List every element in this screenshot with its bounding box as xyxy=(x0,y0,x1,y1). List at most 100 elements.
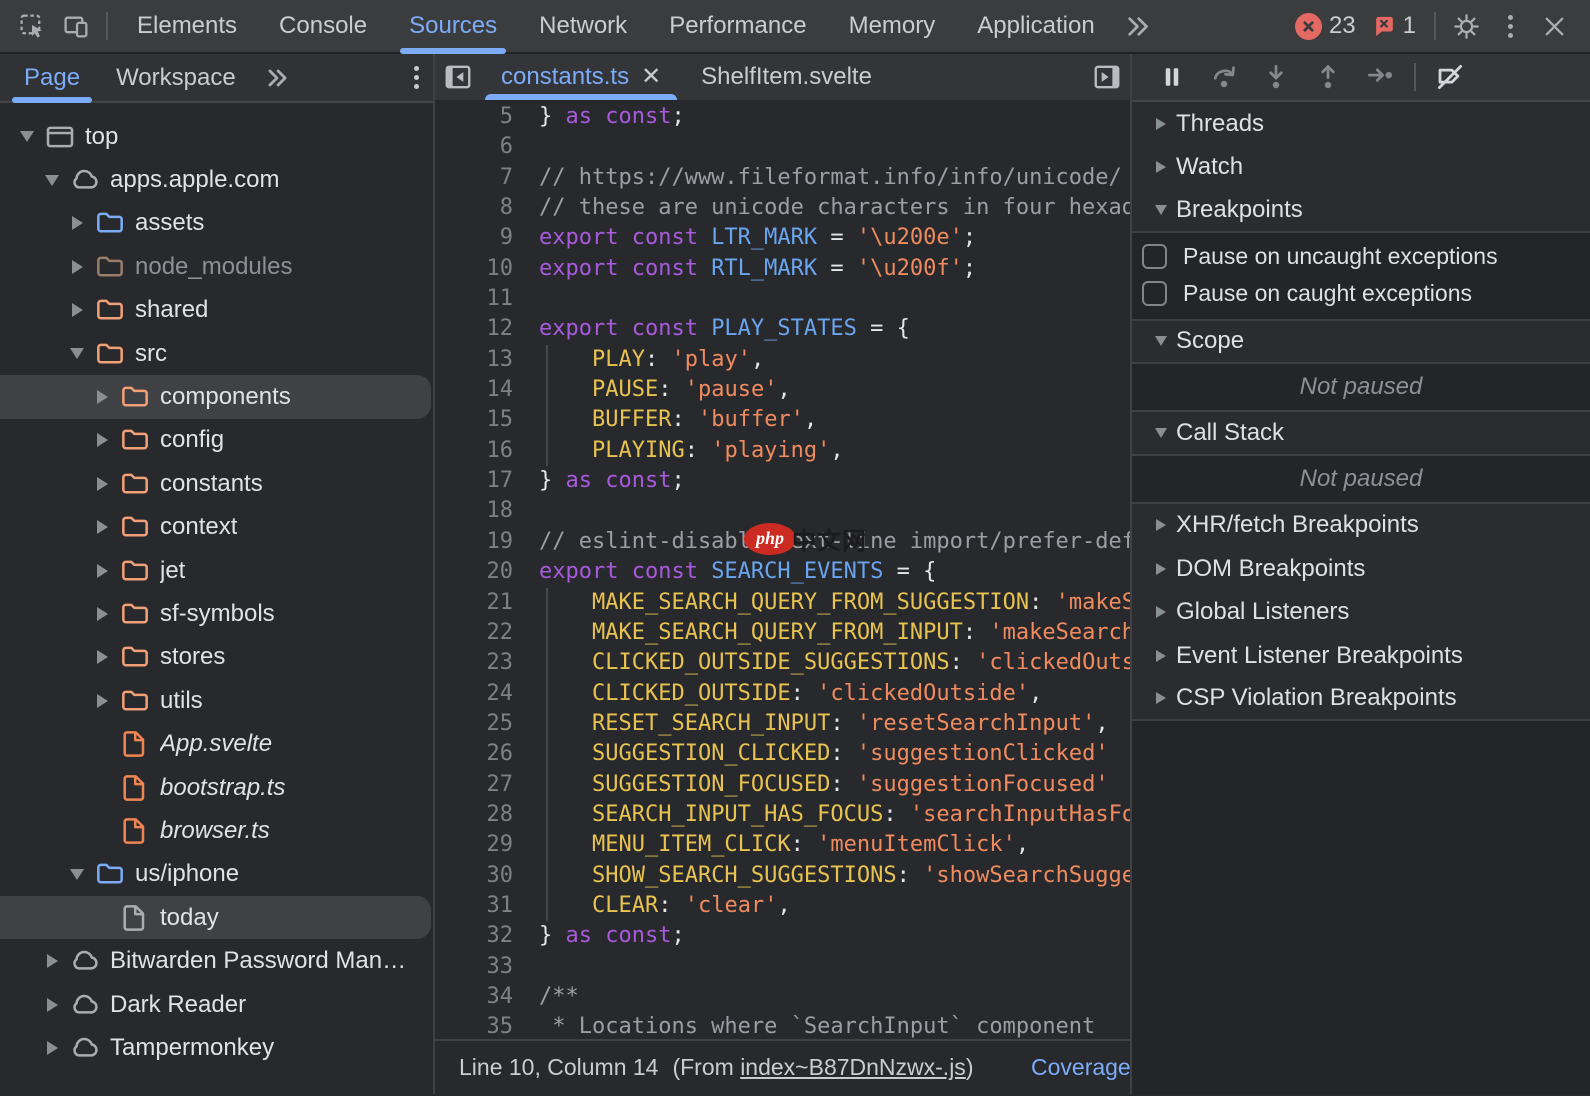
panel-tab-sources[interactable]: Sources xyxy=(388,0,518,52)
panel-tab-application[interactable]: Application xyxy=(956,0,1115,52)
collapsed-arrow-icon[interactable] xyxy=(39,1041,65,1055)
line-number[interactable]: 9 xyxy=(435,223,539,253)
editor-tab-shelfitem-svelte[interactable]: ShelfItem.svelte xyxy=(681,54,892,100)
debugger-section-event-listener-breakpoints[interactable]: Event Listener Breakpoints xyxy=(1132,634,1590,678)
tree-item-tampermonkey[interactable]: Tampermonkey xyxy=(0,1026,433,1069)
tree-item-top[interactable]: top xyxy=(0,115,433,158)
line-number[interactable]: 6 xyxy=(435,132,539,162)
tree-item-utils[interactable]: utils xyxy=(0,679,433,722)
more-navigator-tabs-chevron-icon[interactable] xyxy=(264,65,290,91)
expanded-arrow-icon[interactable] xyxy=(39,175,65,186)
expanded-arrow-icon[interactable] xyxy=(14,131,40,142)
debugger-section-threads[interactable]: Threads xyxy=(1132,102,1590,146)
line-number[interactable]: 24 xyxy=(435,679,539,709)
tree-item-node-modules[interactable]: node_modules xyxy=(0,245,433,288)
line-number[interactable]: 18 xyxy=(435,496,539,526)
tree-item-browser-ts[interactable]: browser.ts xyxy=(0,809,433,852)
tree-item-dark-reader[interactable]: Dark Reader xyxy=(0,983,433,1026)
panel-tab-performance[interactable]: Performance xyxy=(648,0,827,52)
expanded-arrow-icon[interactable] xyxy=(64,348,90,359)
line-number[interactable]: 10 xyxy=(435,254,539,284)
line-number[interactable]: 28 xyxy=(435,800,539,830)
line-number[interactable]: 15 xyxy=(435,405,539,435)
navigator-kebab-icon[interactable] xyxy=(414,66,419,89)
customize-kebab-icon[interactable] xyxy=(1488,4,1532,48)
checkbox-unchecked-icon[interactable] xyxy=(1142,244,1167,269)
panel-tab-memory[interactable]: Memory xyxy=(828,0,957,52)
debugger-section-dom-breakpoints[interactable]: DOM Breakpoints xyxy=(1132,547,1590,591)
inspect-element-icon[interactable] xyxy=(10,4,54,48)
checkbox-unchecked-icon[interactable] xyxy=(1142,281,1167,306)
source-map-link[interactable]: index~B87DnNzwx-.js xyxy=(740,1054,966,1080)
tree-item-stores[interactable]: stores xyxy=(0,636,433,679)
debugger-section-xhr-fetch-breakpoints[interactable]: XHR/fetch Breakpoints xyxy=(1132,504,1590,548)
collapsed-arrow-icon[interactable] xyxy=(64,216,90,230)
expanded-arrow-icon[interactable] xyxy=(64,869,90,880)
line-number[interactable]: 33 xyxy=(435,952,539,982)
collapsed-arrow-icon[interactable] xyxy=(39,998,65,1012)
collapsed-arrow-icon[interactable] xyxy=(89,564,115,578)
collapsed-arrow-icon[interactable] xyxy=(89,607,115,621)
debugger-section-csp-violation-breakpoints[interactable]: CSP Violation Breakpoints xyxy=(1132,678,1590,722)
collapsed-arrow-icon[interactable] xyxy=(39,954,65,968)
line-number[interactable]: 12 xyxy=(435,314,539,344)
step-icon[interactable] xyxy=(1354,55,1406,99)
line-number[interactable]: 35 xyxy=(435,1012,539,1039)
line-number[interactable]: 29 xyxy=(435,830,539,860)
line-number[interactable]: 26 xyxy=(435,739,539,769)
tree-item-today[interactable]: today xyxy=(0,896,431,939)
close-tab-icon[interactable]: ✕ xyxy=(641,65,661,89)
line-number[interactable]: 14 xyxy=(435,375,539,405)
collapsed-arrow-icon[interactable] xyxy=(89,694,115,708)
line-number[interactable]: 11 xyxy=(435,284,539,314)
tree-item-us-iphone[interactable]: us/iphone xyxy=(0,853,433,896)
more-panels-chevron-icon[interactable] xyxy=(1116,4,1160,48)
tree-item-src[interactable]: src xyxy=(0,332,433,375)
collapsed-arrow-icon[interactable] xyxy=(64,303,90,317)
line-number[interactable]: 22 xyxy=(435,618,539,648)
collapsed-arrow-icon[interactable] xyxy=(89,477,115,491)
coverage-link[interactable]: Coverage xyxy=(1031,1054,1130,1081)
line-number[interactable]: 19 xyxy=(435,527,539,557)
collapsed-arrow-icon[interactable] xyxy=(89,433,115,447)
checkbox-row-pause-on-caught-exceptions[interactable]: Pause on caught exceptions xyxy=(1142,275,1590,312)
line-number[interactable]: 23 xyxy=(435,648,539,678)
tree-item-jet[interactable]: jet xyxy=(0,549,433,592)
device-toolbar-icon[interactable] xyxy=(54,4,98,48)
line-number[interactable]: 21 xyxy=(435,588,539,618)
collapsed-arrow-icon[interactable] xyxy=(64,260,90,274)
console-errors-badge[interactable]: 23 xyxy=(1295,12,1356,40)
tree-item-shared[interactable]: shared xyxy=(0,289,433,332)
tree-item-assets[interactable]: assets xyxy=(0,202,433,245)
close-devtools-icon[interactable] xyxy=(1532,4,1576,48)
line-number[interactable]: 34 xyxy=(435,982,539,1012)
collapsed-arrow-icon[interactable] xyxy=(89,390,115,404)
tree-item-constants[interactable]: constants xyxy=(0,462,433,505)
tree-item-sf-symbols[interactable]: sf-symbols xyxy=(0,592,433,635)
step-into-icon[interactable] xyxy=(1250,55,1302,99)
step-out-icon[interactable] xyxy=(1302,55,1354,99)
show-debugger-sidebar-icon[interactable] xyxy=(1084,54,1130,100)
navigator-tab-workspace[interactable]: Workspace xyxy=(98,54,254,101)
line-number[interactable]: 13 xyxy=(435,345,539,375)
navigator-tab-page[interactable]: Page xyxy=(6,54,98,101)
debugger-section-breakpoints[interactable]: Breakpoints xyxy=(1132,189,1590,233)
line-number[interactable]: 25 xyxy=(435,709,539,739)
pause-icon[interactable] xyxy=(1146,55,1198,99)
settings-gear-icon[interactable] xyxy=(1444,4,1488,48)
debugger-section-scope[interactable]: Scope xyxy=(1132,321,1590,365)
step-over-icon[interactable] xyxy=(1198,55,1250,99)
tree-item-context[interactable]: context xyxy=(0,506,433,549)
debugger-section-watch[interactable]: Watch xyxy=(1132,146,1590,190)
line-number[interactable]: 32 xyxy=(435,921,539,951)
collapse-navigator-icon[interactable] xyxy=(435,54,481,100)
tree-item-components[interactable]: components xyxy=(0,375,431,418)
deactivate-breakpoints-icon[interactable] xyxy=(1424,55,1476,99)
line-number[interactable]: 31 xyxy=(435,891,539,921)
line-number[interactable]: 7 xyxy=(435,163,539,193)
debugger-section-global-listeners[interactable]: Global Listeners xyxy=(1132,591,1590,635)
line-number[interactable]: 5 xyxy=(435,102,539,132)
panel-tab-network[interactable]: Network xyxy=(518,0,648,52)
code-editor[interactable]: 5} as const;67// https://www.fileformat.… xyxy=(435,100,1130,1039)
collapsed-arrow-icon[interactable] xyxy=(89,520,115,534)
